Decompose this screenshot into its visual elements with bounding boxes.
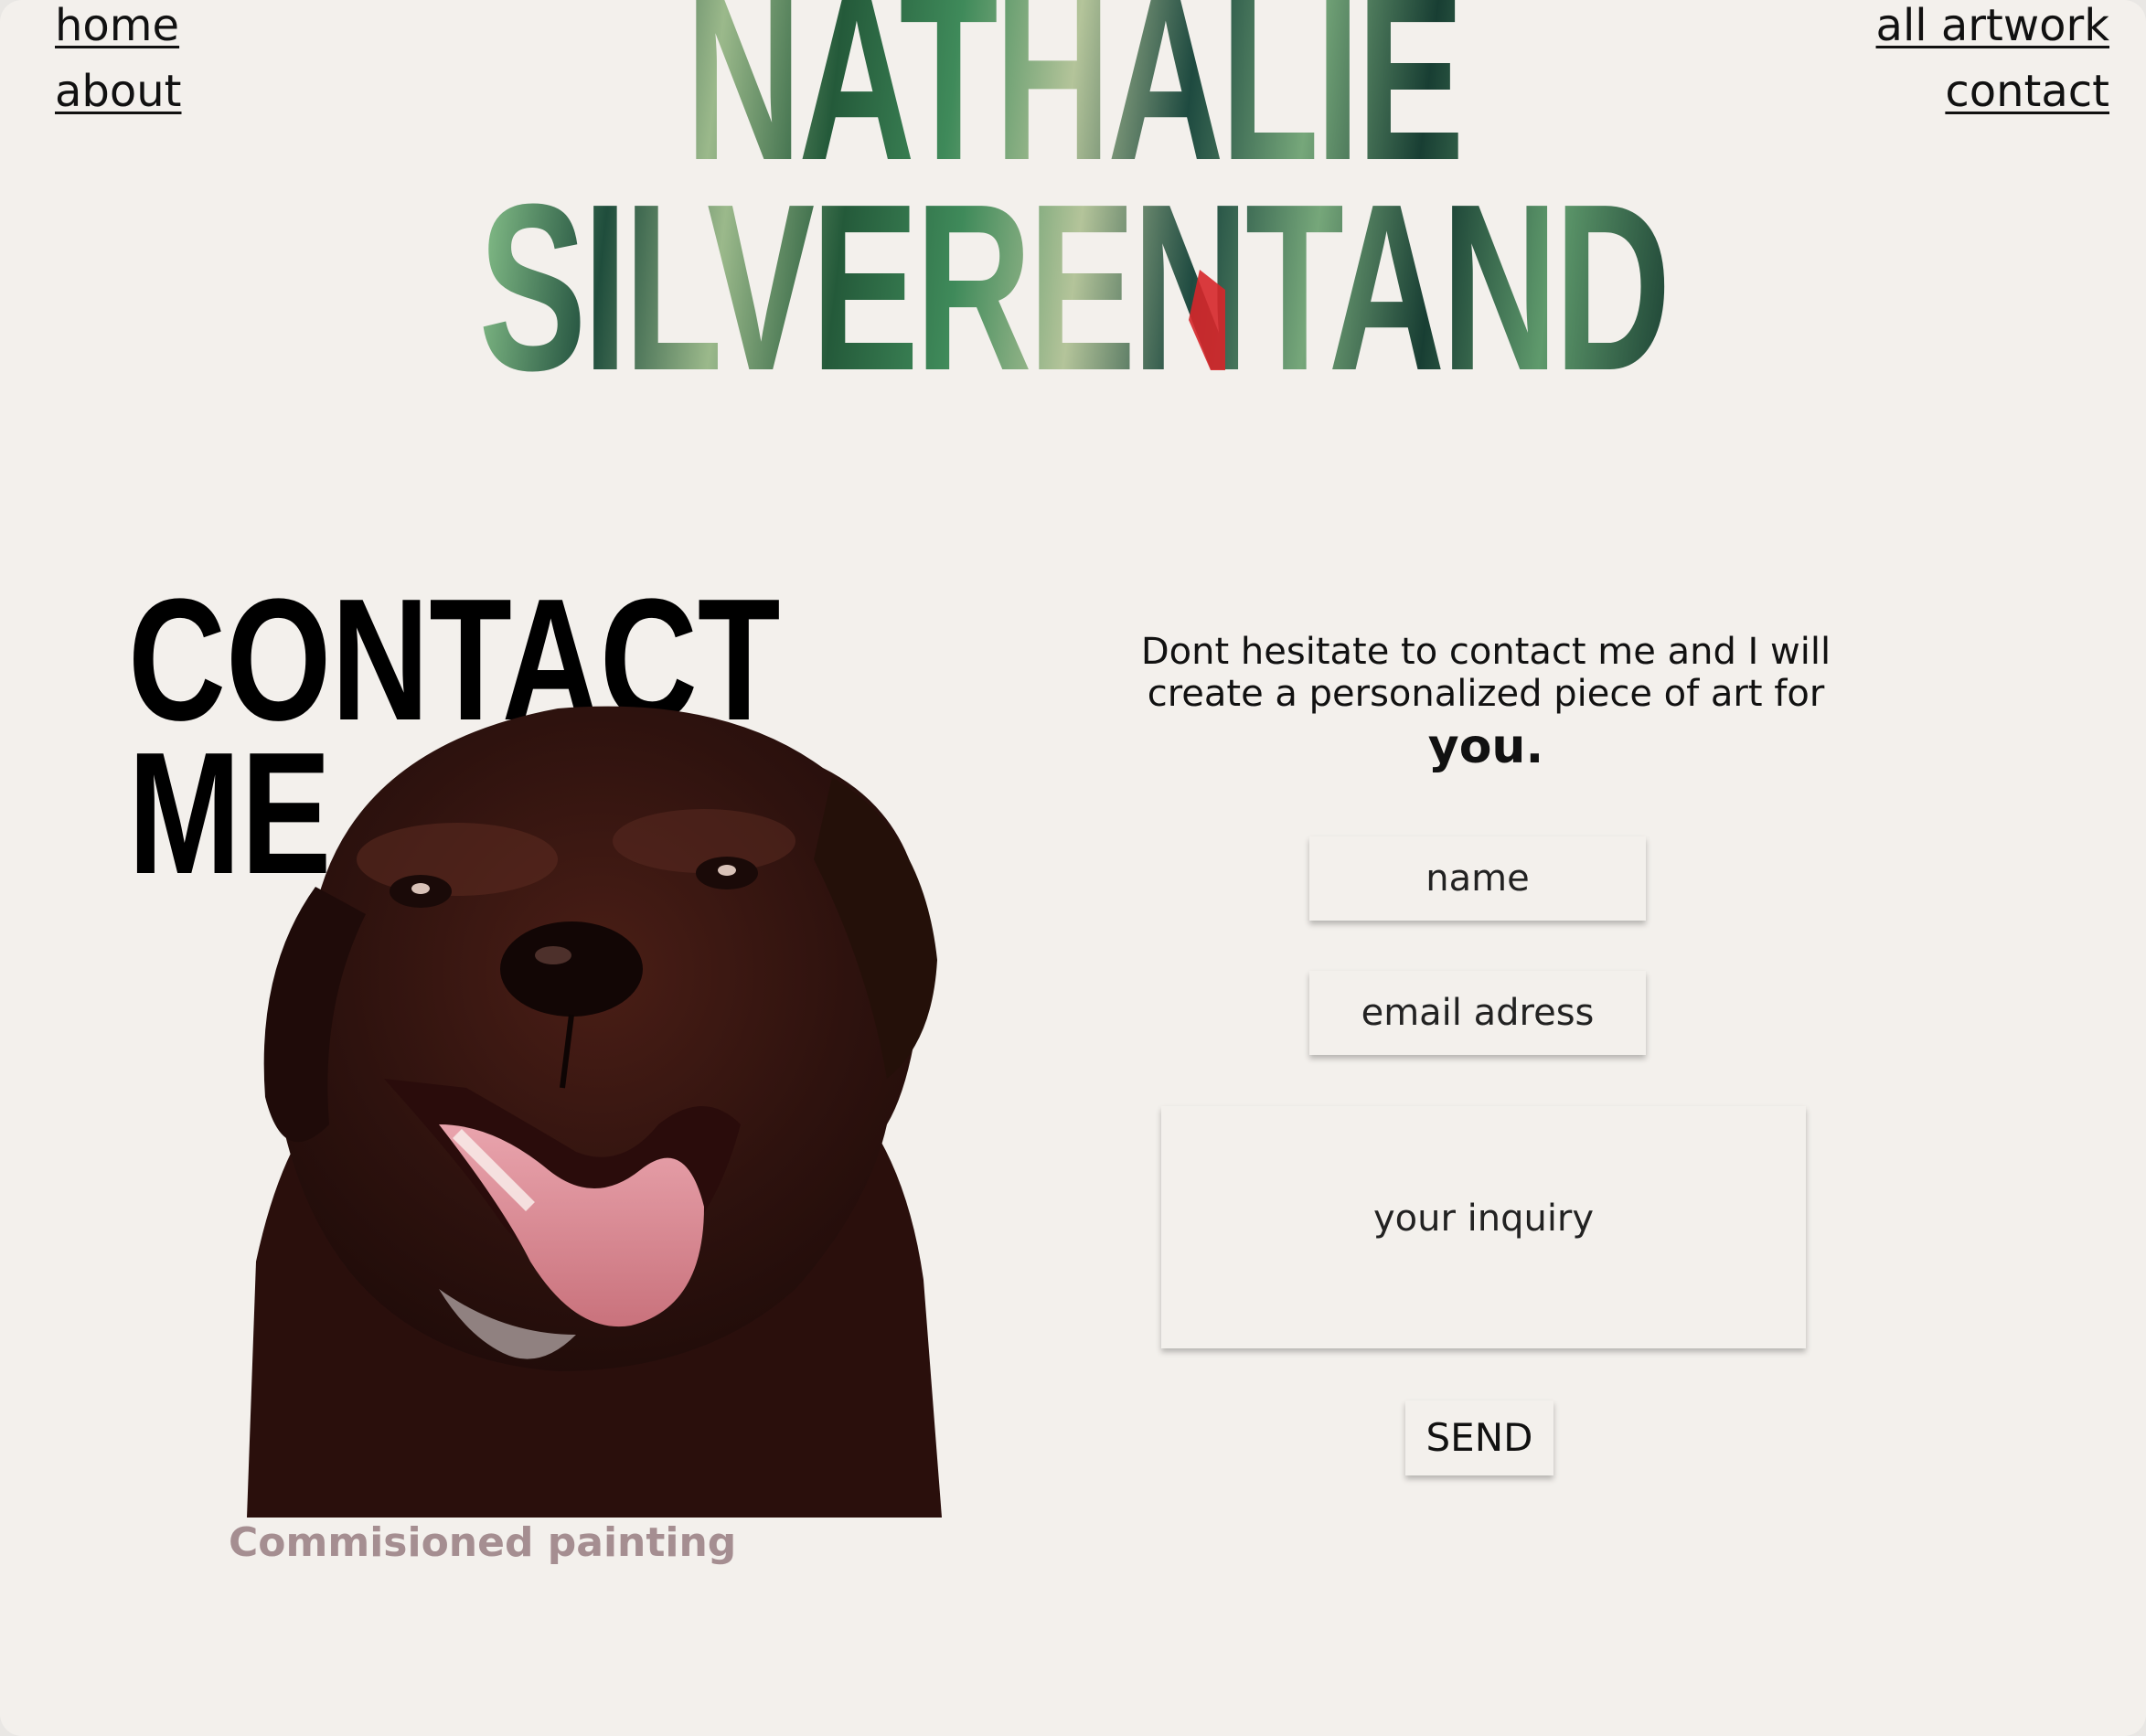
inquiry-textarea-placeholder: your inquiry [1372,1198,1595,1240]
send-button[interactable]: SEND [1405,1401,1553,1475]
intro-line1: Dont hesitate to contact me and I will [1140,631,1831,673]
intro-line2: create a personalized piece of art for [1147,673,1825,715]
nav-home-link[interactable]: home [55,0,179,51]
contact-intro: Dont hesitate to contact me and I will c… [1097,631,1874,779]
painting-caption: Commisioned painting [229,1519,737,1566]
inquiry-textarea[interactable]: your inquiry [1161,1106,1806,1348]
nav-contact-link[interactable]: contact [1945,66,2109,117]
nav-all-artwork-link[interactable]: all artwork [1876,0,2109,51]
email-input[interactable]: email adress [1309,971,1646,1055]
email-input-placeholder: email adress [1361,992,1595,1034]
dog-painting-image [247,706,942,1518]
name-input-placeholder: name [1425,857,1530,900]
page: home about all artwork contact NATHALIE … [0,0,2146,1736]
site-title-line2: SILVERENTAND [344,169,1803,407]
nav-about-link[interactable]: about [55,66,182,117]
intro-emphasis: you. [1427,719,1544,774]
name-input[interactable]: name [1309,836,1646,921]
